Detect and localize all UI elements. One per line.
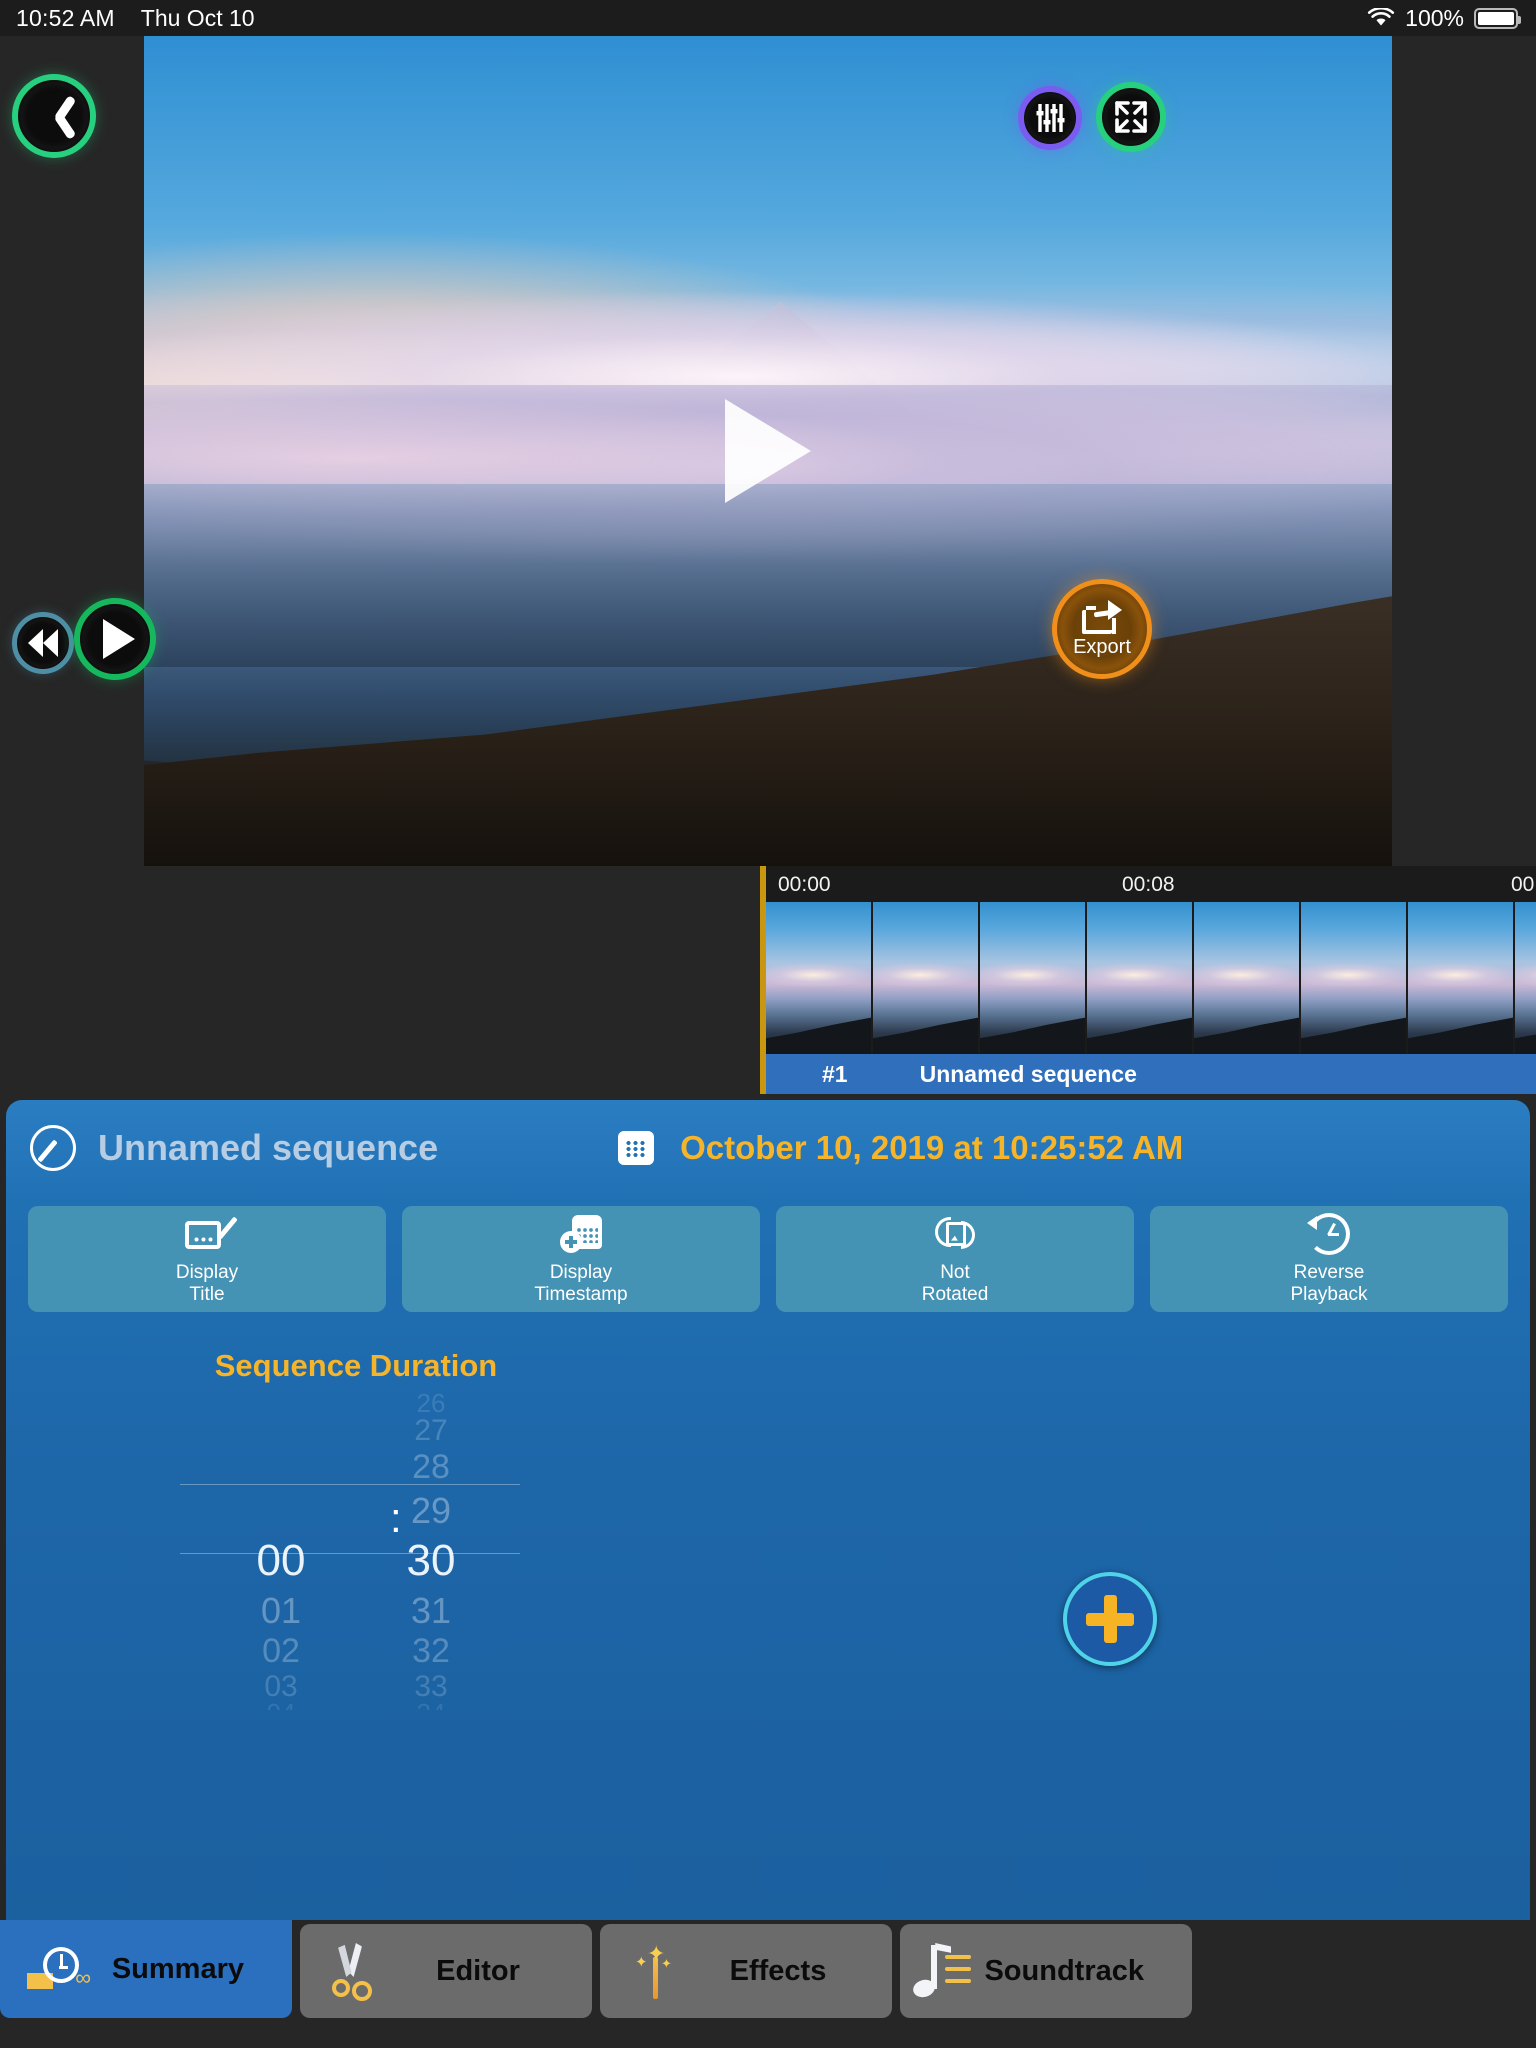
filters-button[interactable] — [1018, 86, 1082, 150]
timeline-clip-bar[interactable]: #1 Unnamed sequence — [766, 1054, 1536, 1094]
status-bar: 10:52 AM Thu Oct 10 100% — [0, 0, 1536, 36]
seconds-selected-value: 30 — [406, 1536, 456, 1585]
sliders-icon — [1036, 104, 1065, 132]
timeline-clip-number: #1 — [822, 1060, 848, 1087]
status-right-group: 100% — [1367, 4, 1521, 32]
panel-header: Unnamed sequence October 10, 2019 at 10:… — [6, 1100, 1530, 1196]
chip-display-timestamp[interactable]: Display Timestamp — [402, 1206, 760, 1312]
tab-effects[interactable]: ✦ ✦ ✦ Effects — [600, 1924, 892, 2018]
tab-label: Soundtrack — [984, 1954, 1144, 1987]
rotation-icon — [933, 1213, 977, 1255]
add-clip-button[interactable] — [1063, 1572, 1157, 1666]
wheel-option: 01 — [260, 1590, 302, 1631]
wheel-option: 02 — [262, 1632, 300, 1670]
timeline-filmstrip[interactable] — [766, 902, 1536, 1054]
duration-title: Sequence Duration — [214, 1348, 498, 1383]
back-button[interactable] — [12, 74, 96, 158]
tab-label: Effects — [729, 1954, 827, 1987]
duration-picker[interactable]: 00 01 02 03 04 26 27 28 29 30 31 32 33 3… — [196, 1392, 516, 1710]
chip-label-line2: Title — [189, 1283, 225, 1305]
plus-icon — [1086, 1595, 1134, 1643]
timeline-frame[interactable] — [1301, 902, 1408, 1054]
edit-pencil-circle-icon[interactable] — [30, 1125, 76, 1171]
play-button[interactable] — [74, 598, 156, 680]
share-export-icon — [1082, 599, 1122, 634]
chip-rotation[interactable]: Not Rotated — [776, 1206, 1134, 1312]
magic-wand-icon: ✦ ✦ ✦ — [600, 1943, 712, 1999]
tab-editor[interactable]: Editor — [300, 1924, 592, 2018]
reverse-clock-icon — [1307, 1212, 1350, 1255]
fullscreen-button[interactable] — [1096, 82, 1166, 152]
seconds-wheel[interactable]: 26 27 28 29 30 31 32 33 34 — [356, 1392, 506, 1710]
chip-label-line1: Display — [549, 1261, 613, 1283]
battery-full-icon — [1474, 7, 1521, 29]
display-title-icon — [185, 1213, 238, 1255]
chip-label-line2: Playback — [1290, 1283, 1368, 1305]
wheel-option: 31 — [410, 1590, 452, 1631]
wheel-option: 04 — [206, 1698, 356, 1710]
timeline-frame[interactable] — [1194, 902, 1301, 1054]
chip-label-line1: Display — [175, 1261, 239, 1283]
timeline-tick: 00:08 — [1122, 873, 1175, 896]
video-preview[interactable] — [144, 36, 1392, 866]
status-date: Thu Oct 10 — [140, 4, 255, 31]
export-button-label: Export — [1073, 635, 1131, 658]
timeline-frame[interactable] — [980, 902, 1087, 1054]
wheel-option: 32 — [412, 1632, 450, 1670]
timeline: 00:00 00:08 00: #1 Unnamed sequence — [0, 866, 1536, 1666]
player-stage: Export — [0, 36, 1536, 866]
summary-panel: Unnamed sequence October 10, 2019 at 10:… — [6, 1100, 1530, 1962]
timeline-clip-name: Unnamed sequence — [919, 1060, 1137, 1087]
calendar-icon — [618, 1131, 655, 1165]
wheel-option: 28 — [412, 1448, 450, 1486]
minutes-wheel[interactable]: 00 01 02 03 04 — [206, 1392, 356, 1710]
battery-percent: 100% — [1405, 4, 1464, 31]
play-icon — [103, 619, 135, 659]
app-root: 10:52 AM Thu Oct 10 100% Export 00:00 00… — [0, 0, 1536, 2048]
duration-separator: : — [390, 1494, 402, 1541]
timeline-frame[interactable] — [873, 902, 980, 1054]
chip-reverse-playback[interactable]: Reverse Playback — [1150, 1206, 1508, 1312]
scissors-icon — [300, 1943, 412, 2001]
sequence-title: Unnamed sequence — [98, 1127, 439, 1168]
rewind-button[interactable] — [12, 612, 74, 674]
timeline-tick: 00: — [1511, 873, 1536, 896]
sequence-date: October 10, 2019 at 10:25:52 AM — [680, 1129, 1184, 1166]
timeline-track[interactable]: 00:00 00:08 00: #1 Unnamed sequence — [760, 866, 1536, 1094]
tab-label: Summary — [111, 1952, 244, 1985]
export-button[interactable]: Export — [1052, 579, 1152, 679]
expand-arrows-icon — [1115, 101, 1147, 133]
chip-display-title[interactable]: Display Title — [28, 1206, 386, 1312]
rewind-icon — [28, 629, 58, 657]
tab-soundtrack[interactable]: Soundtrack — [900, 1924, 1192, 2018]
display-timestamp-icon — [560, 1213, 602, 1255]
music-note-icon — [900, 1943, 984, 2000]
chip-label-line2: Timestamp — [534, 1283, 628, 1305]
play-overlay-icon[interactable] — [725, 399, 811, 503]
status-time: 10:52 AM — [16, 4, 115, 31]
minutes-selected-value: 00 — [256, 1536, 306, 1585]
timeline-frame[interactable] — [766, 902, 873, 1054]
tab-summary[interactable]: ∞ Summary — [0, 1920, 292, 2018]
chip-label-line2: Rotated — [921, 1283, 989, 1305]
timeline-ruler: 00:00 00:08 00: — [766, 866, 1536, 902]
timeline-frame[interactable] — [1515, 902, 1536, 1054]
timeline-frame[interactable] — [1087, 902, 1194, 1054]
wheel-option: 29 — [410, 1490, 452, 1531]
option-chip-row: Display Title Display Timestamp Not Rota… — [28, 1206, 1508, 1312]
wheel-option: 27 — [414, 1414, 448, 1447]
bottom-tab-bar: ∞ Summary Editor ✦ ✦ ✦ Effects Soundtrac… — [0, 1920, 1536, 2048]
chip-label-line1: Reverse — [1293, 1261, 1365, 1283]
summary-clock-icon: ∞ — [0, 1945, 112, 1993]
chip-label-line1: Not — [940, 1261, 970, 1283]
tab-label: Editor — [436, 1954, 520, 1987]
timeline-tick: 00:00 — [778, 873, 831, 896]
timeline-frame[interactable] — [1408, 902, 1515, 1054]
wifi-icon — [1368, 8, 1395, 26]
chevron-left-icon — [41, 93, 67, 139]
wheel-option: 34 — [356, 1698, 506, 1710]
